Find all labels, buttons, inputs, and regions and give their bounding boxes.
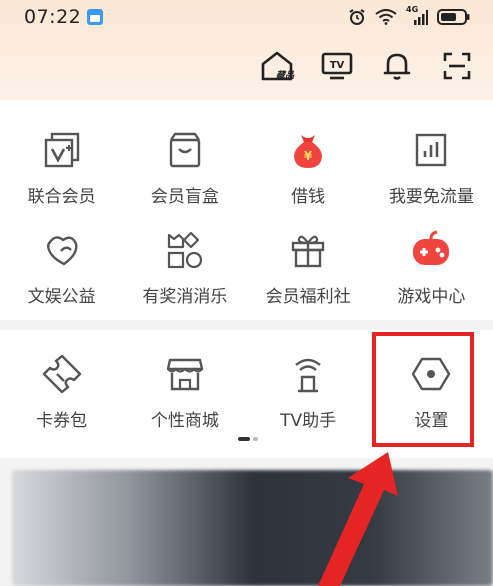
battery-icon bbox=[437, 9, 470, 25]
grid-item-shop[interactable]: 个性商城 bbox=[123, 352, 246, 431]
grid-item-label: 借钱 bbox=[291, 187, 326, 207]
grid-item-welfare[interactable]: 会员福利社 bbox=[247, 228, 370, 307]
shop-icon bbox=[163, 352, 207, 396]
scan-icon bbox=[443, 52, 471, 80]
gamepad-icon bbox=[409, 228, 453, 272]
services-row-1: 联合会员 会员盲盒 ¥ 借钱 我要免流量 bbox=[0, 128, 493, 207]
heart-charity-icon bbox=[40, 228, 84, 272]
grid-item-label: 文娱公益 bbox=[27, 287, 96, 307]
status-bar: 07:22 4G bbox=[0, 0, 493, 34]
grid-item-label: 联合会员 bbox=[27, 187, 96, 207]
svg-text:TV: TV bbox=[330, 60, 345, 71]
status-time: 07:22 bbox=[24, 6, 82, 28]
collection-button[interactable]: 藏品 bbox=[259, 48, 295, 84]
services-grid: 联合会员 会员盲盒 ¥ 借钱 我要免流量 文娱公益 有奖消消乐 会员福利社 游戏… bbox=[0, 100, 493, 320]
cellular-signal-icon: 4G bbox=[406, 5, 428, 26]
svg-text:¥: ¥ bbox=[304, 149, 313, 163]
grid-item-borrow-money[interactable]: ¥ 借钱 bbox=[247, 128, 370, 207]
grid-item-label: 我要免流量 bbox=[388, 187, 474, 207]
match-game-icon bbox=[163, 228, 207, 272]
ticket-icon bbox=[40, 352, 84, 396]
page-indicator bbox=[238, 437, 258, 441]
grid-item-label: 卡券包 bbox=[36, 411, 88, 431]
tv-cast-icon bbox=[286, 352, 330, 396]
page-indicator-inactive bbox=[253, 437, 258, 441]
grid-item-label: 个性商城 bbox=[150, 411, 219, 431]
gift-icon bbox=[286, 228, 330, 272]
grid-item-blind-box[interactable]: 会员盲盒 bbox=[123, 128, 246, 207]
collection-label: 藏品 bbox=[275, 71, 294, 81]
notifications-button[interactable] bbox=[379, 48, 415, 84]
grid-item-joint-membership[interactable]: 联合会员 bbox=[0, 128, 123, 207]
wifi-icon bbox=[375, 9, 397, 25]
header-actions: 藏品 TV bbox=[259, 48, 475, 84]
grid-item-label: 会员盲盒 bbox=[150, 187, 219, 207]
grid-item-free-data[interactable]: 我要免流量 bbox=[370, 128, 493, 207]
alarm-icon bbox=[349, 9, 365, 25]
calendar-notification-icon bbox=[87, 9, 104, 25]
money-bag-icon: ¥ bbox=[286, 128, 330, 172]
grid-item-label: 会员福利社 bbox=[265, 287, 351, 307]
grid-item-tv-assistant[interactable]: TV助手 bbox=[247, 352, 370, 431]
grid-item-label: 有奖消消乐 bbox=[142, 287, 228, 307]
data-chart-icon bbox=[409, 128, 453, 172]
grid-item-charity[interactable]: 文娱公益 bbox=[0, 228, 123, 307]
settings-highlight-box bbox=[372, 332, 474, 447]
blind-box-icon bbox=[163, 128, 207, 172]
grid-item-label: 游戏中心 bbox=[397, 287, 466, 307]
tv-button[interactable]: TV bbox=[319, 48, 355, 84]
grid-item-game-center[interactable]: 游戏中心 bbox=[370, 228, 493, 307]
grid-item-match-game[interactable]: 有奖消消乐 bbox=[123, 228, 246, 307]
tv-icon: TV bbox=[321, 52, 353, 80]
services-row-2: 文娱公益 有奖消消乐 会员福利社 游戏中心 bbox=[0, 228, 493, 307]
promo-banner[interactable] bbox=[12, 470, 493, 586]
page-indicator-active bbox=[238, 437, 250, 441]
grid-item-label: TV助手 bbox=[280, 411, 337, 431]
bell-icon bbox=[383, 53, 411, 80]
grid-item-coupons[interactable]: 卡券包 bbox=[0, 352, 123, 431]
vip-card-icon bbox=[40, 128, 84, 172]
scan-button[interactable] bbox=[439, 48, 475, 84]
